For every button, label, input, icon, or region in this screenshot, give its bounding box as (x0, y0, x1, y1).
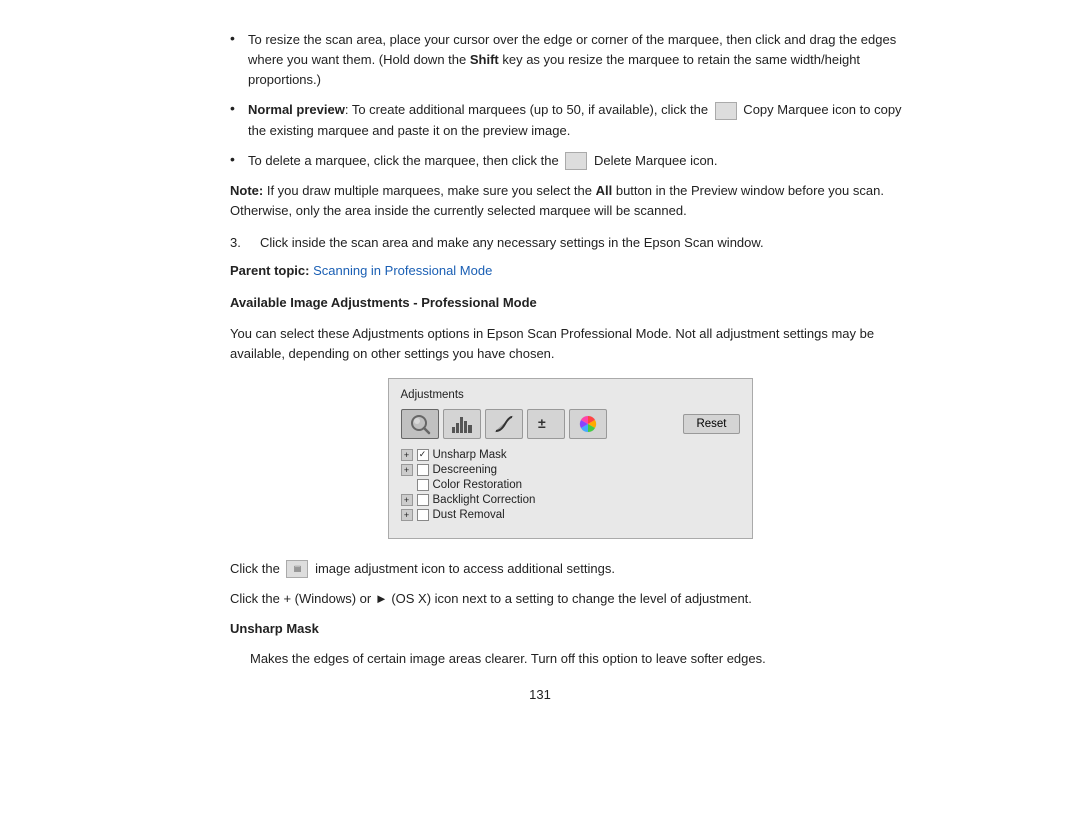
adjustments-panel: Adjustments (388, 378, 753, 539)
reset-button[interactable]: Reset (683, 414, 739, 434)
unsharp-heading-label: Unsharp Mask (230, 621, 319, 636)
dust-label: Dust Removal (433, 509, 505, 521)
hist-bar-2 (456, 423, 459, 433)
unsharp-mask-text: Makes the edges of certain image areas c… (170, 649, 910, 669)
svg-text:±: ± (538, 415, 546, 431)
magnify-button[interactable] (401, 409, 439, 439)
curve-icon (493, 414, 515, 434)
hist-bar-1 (452, 427, 455, 433)
backlight-expand[interactable]: + (401, 494, 413, 506)
descreening-expand[interactable]: + (401, 464, 413, 476)
backlight-label: Backlight Correction (433, 494, 536, 506)
parent-topic-link[interactable]: Scanning in Professional Mode (313, 263, 492, 278)
bullet-item-3: • To delete a marquee, click the marquee… (230, 151, 910, 171)
note-text: If you draw multiple marquees, make sure… (230, 183, 884, 218)
delete-marquee-icon (565, 152, 587, 170)
color-restoration-row: Color Restoration (401, 479, 740, 491)
panel-container: Adjustments (170, 378, 910, 539)
main-page: • To resize the scan area, place your cu… (150, 0, 930, 742)
histogram-button[interactable] (443, 409, 481, 439)
backlight-checkbox[interactable] (417, 494, 429, 506)
plus-minus-icon: ± (535, 414, 557, 434)
bold-normal-preview: Normal preview (248, 102, 345, 117)
panel-title: Adjustments (401, 389, 740, 401)
bullet-dot-1: • (230, 30, 248, 46)
bold-all: All (596, 183, 613, 198)
unsharp-expand[interactable]: + (401, 449, 413, 461)
bullet-text-2: Normal preview: To create additional mar… (248, 100, 910, 140)
dust-removal-row: + Dust Removal (401, 509, 740, 521)
step-text: Click inside the scan area and make any … (260, 233, 764, 253)
section-heading-text: Available Image Adjustments - Profession… (230, 295, 537, 310)
parent-topic-label: Parent topic: (230, 263, 309, 278)
panel-buttons: ± Reset (401, 409, 740, 439)
color-restoration-checkbox[interactable] (417, 479, 429, 491)
dust-checkbox[interactable] (417, 509, 429, 521)
note-label: Note: (230, 183, 263, 198)
bullet-item-1: • To resize the scan area, place your cu… (230, 30, 910, 90)
unsharp-label: Unsharp Mask (433, 449, 507, 461)
panel-rows: + ✓ Unsharp Mask + Descreening Color Res… (401, 449, 740, 521)
bullet-section: • To resize the scan area, place your cu… (170, 30, 910, 171)
unsharp-mask-row: + ✓ Unsharp Mask (401, 449, 740, 461)
click-line-1: Click the ▤ image adjustment icon to acc… (170, 559, 910, 579)
color-restoration-label: Color Restoration (433, 479, 522, 491)
unsharp-checkbox[interactable]: ✓ (417, 449, 429, 461)
histogram-icon (452, 415, 472, 433)
click-line-2: Click the + (Windows) or ► (OS X) icon n… (170, 589, 910, 609)
bullet-dot-2: • (230, 100, 248, 116)
parent-topic: Parent topic: Scanning in Professional M… (170, 261, 910, 281)
color-wheel-icon (577, 413, 599, 435)
note-block: Note: If you draw multiple marquees, mak… (170, 181, 910, 221)
curve-button[interactable] (485, 409, 523, 439)
bullet-text-1: To resize the scan area, place your curs… (248, 30, 910, 90)
section-desc: You can select these Adjustments options… (170, 324, 910, 364)
copy-marquee-icon (715, 102, 737, 120)
brightness-button[interactable]: ± (527, 409, 565, 439)
descreening-row: + Descreening (401, 464, 740, 476)
step-num: 3. (230, 233, 260, 253)
unsharp-mask-heading: Unsharp Mask (170, 619, 910, 639)
bullet-item-2: • Normal preview: To create additional m… (230, 100, 910, 140)
hist-bar-3 (460, 417, 463, 433)
adjustment-icon: ▤ (286, 560, 308, 578)
color-button[interactable] (569, 409, 607, 439)
section-heading: Available Image Adjustments - Profession… (170, 293, 910, 313)
page-number: 131 (170, 687, 910, 702)
dust-expand[interactable]: + (401, 509, 413, 521)
bullet-text-3: To delete a marquee, click the marquee, … (248, 151, 718, 171)
backlight-correction-row: + Backlight Correction (401, 494, 740, 506)
descreening-label: Descreening (433, 464, 498, 476)
descreening-checkbox[interactable] (417, 464, 429, 476)
hist-bar-5 (468, 425, 471, 433)
bold-shift: Shift (470, 52, 499, 67)
step-3: 3. Click inside the scan area and make a… (170, 233, 910, 253)
hist-bar-4 (464, 421, 467, 433)
bullet-dot-3: • (230, 151, 248, 167)
